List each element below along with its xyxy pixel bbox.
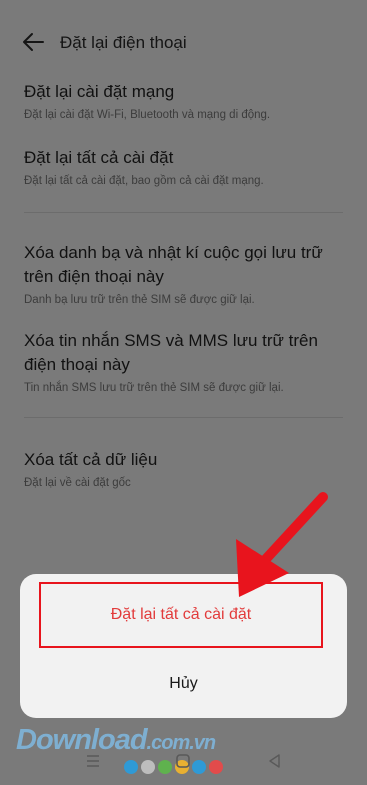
- item-subtitle: Đặt lại tất cả cài đặt, bao gồm cả cài đ…: [24, 175, 264, 187]
- item-title: Xóa tin nhắn SMS và MMS lưu trữ trên điệ…: [24, 331, 318, 374]
- home-square-icon[interactable]: [174, 752, 192, 770]
- back-arrow-icon[interactable]: [22, 32, 44, 52]
- item-subtitle: Đặt lại cài đặt Wi-Fi, Bluetooth và mạng…: [24, 109, 271, 121]
- erase-contacts-item[interactable]: Xóa danh bạ và nhật kí cuộc gọi lưu trữ …: [24, 241, 347, 308]
- item-subtitle: Đặt lại về cài đặt gốc: [24, 477, 131, 489]
- navigation-bar: [0, 735, 367, 785]
- divider: [24, 417, 343, 418]
- item-title: Đặt lại cài đặt mạng: [24, 82, 175, 101]
- reset-all-settings-confirm-button[interactable]: Đặt lại tất cả cài đặt: [39, 582, 323, 648]
- confirm-dialog: Đặt lại tất cả cài đặt Hủy: [20, 574, 347, 718]
- page-title: Đặt lại điện thoại: [60, 33, 187, 52]
- reset-all-settings-item[interactable]: Đặt lại tất cả cài đặt Đặt lại tất cả cà…: [24, 146, 343, 189]
- erase-all-data-item[interactable]: Xóa tất cả dữ liệu Đặt lại về cài đặt gố…: [24, 448, 343, 491]
- reset-phone-screen: Đặt lại điện thoại Đặt lại cài đặt mạng …: [0, 0, 367, 785]
- item-subtitle: Tin nhắn SMS lưu trữ trên thẻ SIM sẽ đượ…: [24, 382, 284, 394]
- menu-icon[interactable]: [84, 752, 102, 770]
- divider: [24, 212, 343, 213]
- reset-network-settings-item[interactable]: Đặt lại cài đặt mạng Đặt lại cài đặt Wi-…: [24, 80, 343, 123]
- back-triangle-icon[interactable]: [266, 752, 284, 770]
- item-title: Xóa danh bạ và nhật kí cuộc gọi lưu trữ …: [24, 243, 323, 286]
- item-title: Xóa tất cả dữ liệu: [24, 450, 158, 469]
- item-subtitle: Danh bạ lưu trữ trên thẻ SIM sẽ được giữ…: [24, 294, 255, 306]
- header: Đặt lại điện thoại: [0, 20, 367, 64]
- item-title: Đặt lại tất cả cài đặt: [24, 148, 174, 167]
- erase-messages-item[interactable]: Xóa tin nhắn SMS và MMS lưu trữ trên điệ…: [24, 329, 347, 396]
- cancel-button[interactable]: Hủy: [20, 670, 347, 698]
